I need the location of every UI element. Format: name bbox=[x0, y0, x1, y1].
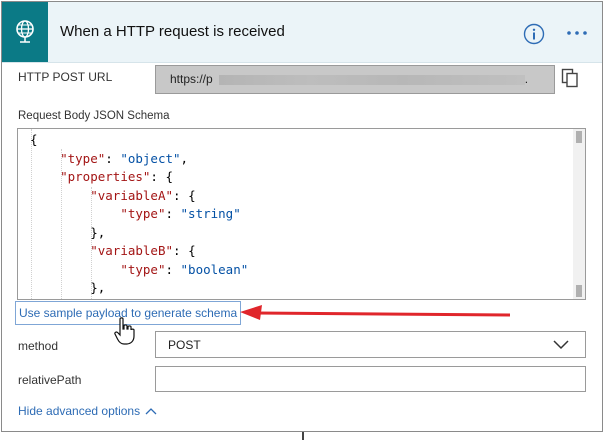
http-post-url-field[interactable]: https://p. bbox=[155, 65, 555, 94]
schema-code[interactable]: { "type": "object", "properties": { "var… bbox=[30, 131, 248, 299]
url-suffix: . bbox=[524, 72, 529, 86]
relative-path-label: relativePath bbox=[18, 373, 82, 387]
method-select[interactable]: POST bbox=[155, 331, 586, 358]
copy-icon[interactable] bbox=[561, 68, 579, 88]
method-value: POST bbox=[168, 338, 201, 352]
url-prefix: https://p bbox=[170, 72, 213, 86]
hand-cursor-icon bbox=[114, 317, 135, 345]
flow-connector bbox=[302, 432, 304, 440]
redacted-url-segment bbox=[218, 74, 525, 85]
schema-editor[interactable]: { "type": "object", "properties": { "var… bbox=[17, 128, 586, 300]
red-arrow-annotation bbox=[240, 305, 511, 320]
scroll-up-thumb[interactable] bbox=[576, 131, 582, 143]
schema-label: Request Body JSON Schema bbox=[18, 110, 170, 122]
info-icon[interactable] bbox=[523, 23, 545, 45]
editor-scrollbar[interactable] bbox=[573, 129, 585, 299]
scroll-down-thumb[interactable] bbox=[576, 285, 582, 297]
method-label: method bbox=[18, 339, 59, 353]
chevron-up-icon bbox=[145, 408, 157, 415]
chevron-down-icon[interactable] bbox=[553, 340, 569, 350]
card-title: When a HTTP request is received bbox=[60, 23, 285, 40]
hide-advanced-options-link[interactable]: Hide advanced options bbox=[18, 404, 157, 418]
hide-advanced-options-label: Hide advanced options bbox=[18, 404, 141, 418]
globe-request-icon bbox=[2, 2, 48, 62]
relative-path-input[interactable] bbox=[155, 366, 586, 392]
card-header[interactable]: When a HTTP request is received bbox=[2, 2, 602, 63]
url-label: HTTP POST URL bbox=[18, 70, 113, 84]
more-options-icon[interactable] bbox=[564, 23, 590, 43]
